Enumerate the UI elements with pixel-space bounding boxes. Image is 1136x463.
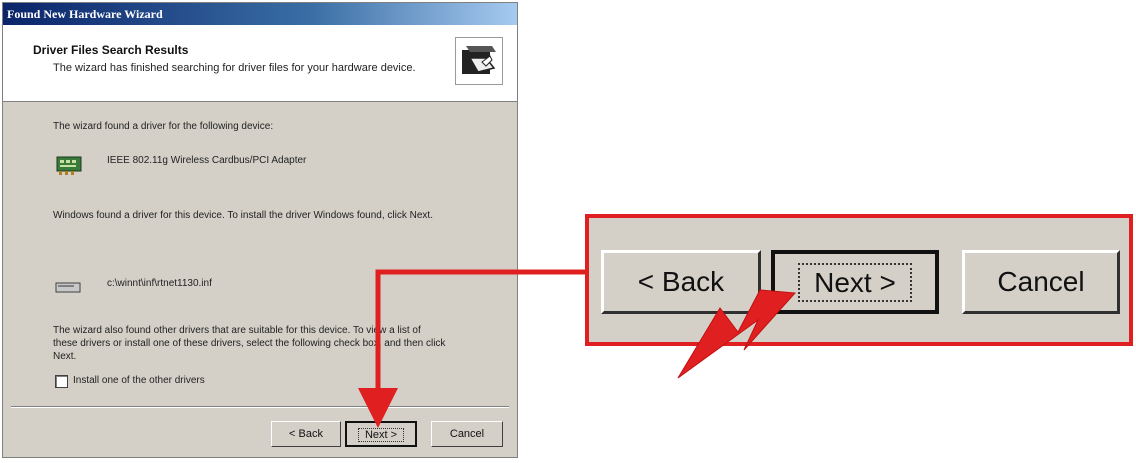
windows-found-text: Windows found a driver for this device. … bbox=[53, 210, 433, 221]
zoomed-next-button: Next > bbox=[771, 250, 939, 314]
footer-separator bbox=[11, 406, 509, 408]
other-drivers-text-line1: The wizard also found other drivers that… bbox=[53, 325, 421, 336]
zoomed-cancel-button: Cancel bbox=[962, 250, 1120, 314]
zoomed-buttons-callout: < Back Next > Cancel bbox=[585, 214, 1133, 346]
network-adapter-icon bbox=[55, 153, 85, 177]
other-drivers-text-line3: Next. bbox=[53, 351, 77, 362]
back-button[interactable]: < Back bbox=[271, 421, 341, 447]
cancel-button[interactable]: Cancel bbox=[431, 421, 503, 447]
driver-file-icon bbox=[55, 281, 83, 293]
next-button[interactable]: Next > bbox=[345, 421, 417, 447]
title-bar: Found New Hardware Wizard bbox=[3, 3, 517, 25]
header-title: Driver Files Search Results bbox=[33, 43, 189, 57]
header-subtitle: The wizard has finished searching for dr… bbox=[53, 62, 416, 74]
found-driver-text: The wizard found a driver for the follow… bbox=[53, 121, 274, 132]
other-drivers-text-line2: these drivers or install one of these dr… bbox=[53, 338, 446, 349]
device-name: IEEE 802.11g Wireless Cardbus/PCI Adapte… bbox=[107, 155, 307, 166]
wizard-header: Driver Files Search Results The wizard h… bbox=[3, 25, 517, 102]
hardware-wizard-icon bbox=[455, 37, 503, 85]
driver-path: c:\winnt\inf\rtnet1130.inf bbox=[107, 278, 212, 289]
install-other-drivers-checkbox[interactable] bbox=[55, 375, 68, 388]
next-button-label: Next > bbox=[357, 428, 405, 442]
checkbox-label[interactable]: Install one of the other drivers bbox=[73, 375, 205, 386]
zoomed-next-label: Next > bbox=[798, 263, 912, 302]
zoomed-back-button: < Back bbox=[601, 250, 761, 314]
wizard-dialog: Found New Hardware Wizard Driver Files S… bbox=[2, 2, 518, 458]
